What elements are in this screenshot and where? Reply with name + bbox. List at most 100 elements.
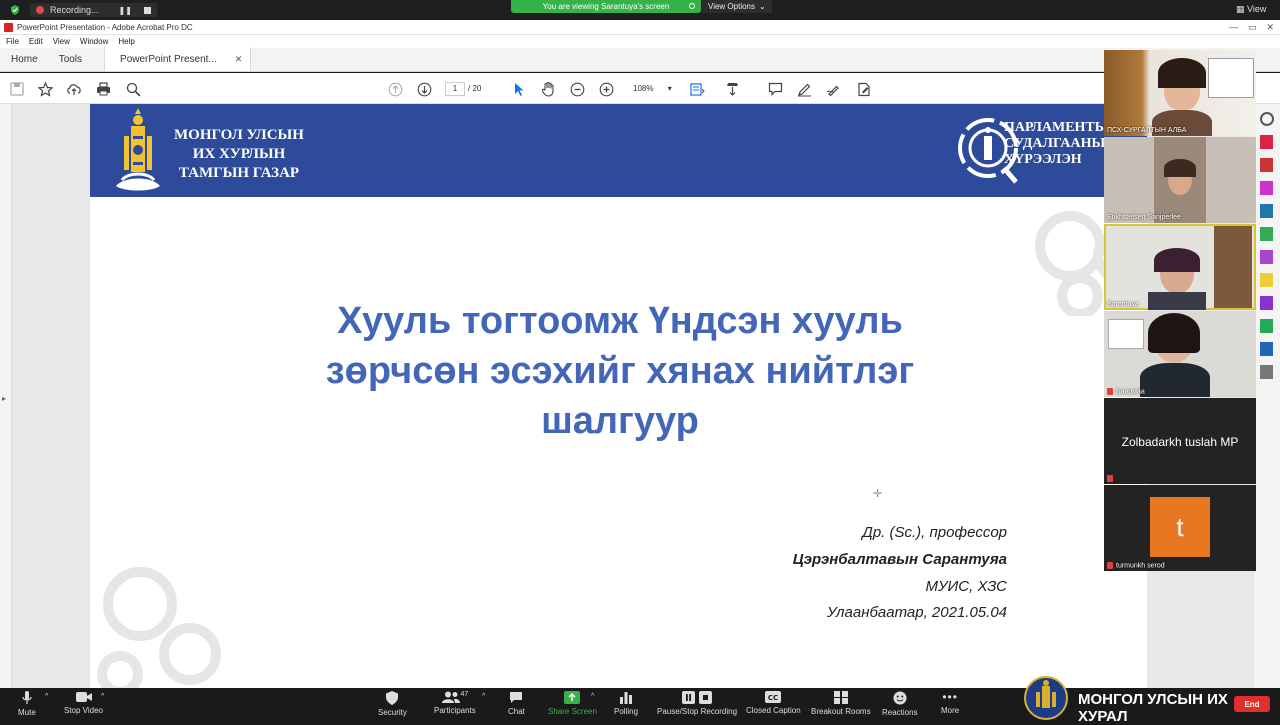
menu-window[interactable]: Window [80,37,108,46]
end-meeting-button[interactable]: End [1234,696,1270,712]
chat-button[interactable]: Chat [508,691,525,716]
maximize-icon[interactable]: ▭ [1248,22,1257,33]
chevron-up-icon[interactable]: ^ [591,693,594,700]
share-screen-button[interactable]: Share Screen [548,691,597,716]
comment-icon[interactable] [766,80,784,98]
recording-indicator[interactable]: Recording... ❚❚ [30,3,157,17]
tab-close-icon[interactable]: ✕ [235,54,243,65]
save-icon[interactable] [8,80,26,98]
mongolia-emblem-icon [108,106,168,194]
select-cursor-icon[interactable] [510,80,528,98]
minimize-icon[interactable]: — [1229,22,1238,33]
zoom-tool-icon[interactable] [1260,112,1274,126]
chevron-up-icon[interactable]: ^ [482,693,485,700]
chevron-right-icon[interactable]: ▸ [2,394,6,403]
protect-icon[interactable] [1260,342,1273,356]
draw-icon[interactable] [824,80,842,98]
record-dot-icon [36,6,44,14]
menu-view[interactable]: View [53,37,70,46]
org-right-line-2: СУДАЛГААНЫ [1004,136,1106,151]
slide-title-line-2: зөрчсөн эсэхийг хянах нийтлэг [325,350,915,392]
next-page-icon[interactable] [415,80,433,98]
author-name: Цэрэнбалтавын Сарантуяа [792,551,1007,568]
place-date: Улаанбаатар, 2021.05.04 [826,604,1007,621]
stop-icon[interactable] [143,6,151,14]
left-panel-toggle[interactable]: ▸ [0,104,12,688]
security-button[interactable]: Security [378,691,407,717]
pause-icon[interactable]: ❚❚ [119,6,132,15]
affiliation: МУИС, ХЗС [925,578,1007,595]
scroll-mode-icon[interactable] [723,80,741,98]
send-signature-icon[interactable] [1260,296,1273,310]
polling-button[interactable]: Polling [614,691,638,716]
mute-button[interactable]: Mute [18,691,36,717]
breakout-rooms-button[interactable]: Breakout Rooms [811,691,871,716]
create-pdf-icon[interactable] [1260,158,1273,172]
org-right-line-1: ПАРЛАМЕНТЫ [1004,120,1109,135]
comment-tool-icon[interactable] [1260,273,1273,287]
org-left-line-2: ИХ ХУРЛЫН [192,146,286,162]
scan-icon[interactable] [1260,319,1273,333]
hand-tool-icon[interactable] [539,80,557,98]
shield-icon[interactable] [10,5,20,15]
view-options-button[interactable]: View Options ⌄ [702,0,772,13]
participant-tile[interactable]: t turmunkh serod [1104,485,1256,571]
menu-help[interactable]: Help [118,37,134,46]
participants-button[interactable]: 47 Participants [434,691,476,715]
participant-tile-active-speaker[interactable]: Sarantuya [1104,224,1256,310]
zoom-top-bar: Recording... ❚❚ You are viewing Sarantuy… [0,0,1280,20]
print-icon[interactable] [94,80,112,98]
edit-pdf-icon[interactable] [1260,181,1273,195]
highlight-pen-icon[interactable] [795,80,813,98]
chevron-up-icon[interactable]: ^ [101,693,104,700]
bookmark-star-icon[interactable] [36,80,54,98]
chat-bubble-icon [510,692,523,703]
reactions-button[interactable]: Reactions [882,691,918,717]
participant-tile[interactable]: Zolbadarkh tuslah MP [1104,398,1256,484]
view-button[interactable]: ▦ View [1236,4,1266,15]
fit-page-icon[interactable] [688,80,706,98]
fill-sign-icon[interactable] [1260,250,1273,264]
participant-avatar: t [1150,497,1210,557]
slide-title-line-3: шалгуур [541,400,699,442]
participant-tile[interactable]: Баярмаа [1104,311,1256,397]
menu-edit[interactable]: Edit [29,37,43,46]
zoom-in-icon[interactable] [597,80,615,98]
tab-home[interactable]: Home [0,47,49,71]
closed-caption-button[interactable]: CC Closed Caption [746,691,801,715]
participant-tile[interactable]: ПСХ-СУРГАЛТЫН АЛБА [1104,50,1256,136]
right-tools-pane [1253,104,1280,688]
sign-icon[interactable] [855,80,873,98]
tab-tools[interactable]: Tools [49,47,104,71]
prev-page-icon[interactable] [386,80,404,98]
tab-document[interactable]: PowerPoint Present... ✕ [104,47,252,71]
organize-pages-icon[interactable] [1260,204,1273,218]
more-button[interactable]: ••• More [941,691,959,715]
participant-display-name: Zolbadarkh tuslah MP [1121,435,1239,449]
pause-stop-recording-button[interactable]: Pause/Stop Recording [657,691,737,716]
mute-label: Mute [18,708,36,717]
page-number-input[interactable]: 1 [445,82,465,96]
zoom-level-select[interactable]: 108% ▾ [625,82,673,96]
more-tools-icon[interactable] [1260,365,1273,379]
close-icon[interactable]: ✕ [1266,22,1274,33]
stop-icon [699,691,713,704]
share-banner-text: You are viewing Sarantuya's screen [542,2,670,11]
acrobat-tabs: Home Tools PowerPoint Present... ✕ [0,47,1280,72]
zoom-out-icon[interactable] [568,80,586,98]
pause-recording-label: Pause/Stop Recording [657,707,738,716]
participant-tile[interactable]: Enkhtsetseg Sanjperlee [1104,137,1256,223]
chevron-up-icon[interactable]: ^ [45,693,48,700]
combine-files-icon[interactable] [1260,227,1273,241]
chevron-down-icon: ⌄ [759,2,766,11]
stop-video-button[interactable]: Stop Video [64,691,103,715]
tab-document-label: PowerPoint Present... [120,53,217,65]
export-pdf-icon[interactable] [1260,135,1273,149]
participant-name-text: turmunkh serod [1116,562,1165,569]
cloud-upload-icon[interactable] [65,80,83,98]
acrobat-toolbar: 1 / 20 108% ▾ [0,73,1280,104]
org-name-left: МОНГОЛ УЛСЫН ИХ ХУРЛЫН ТАМГЫН ГАЗАР [174,126,304,183]
participants-icon [441,691,460,703]
menu-file[interactable]: File [6,37,19,46]
search-icon[interactable] [124,80,142,98]
